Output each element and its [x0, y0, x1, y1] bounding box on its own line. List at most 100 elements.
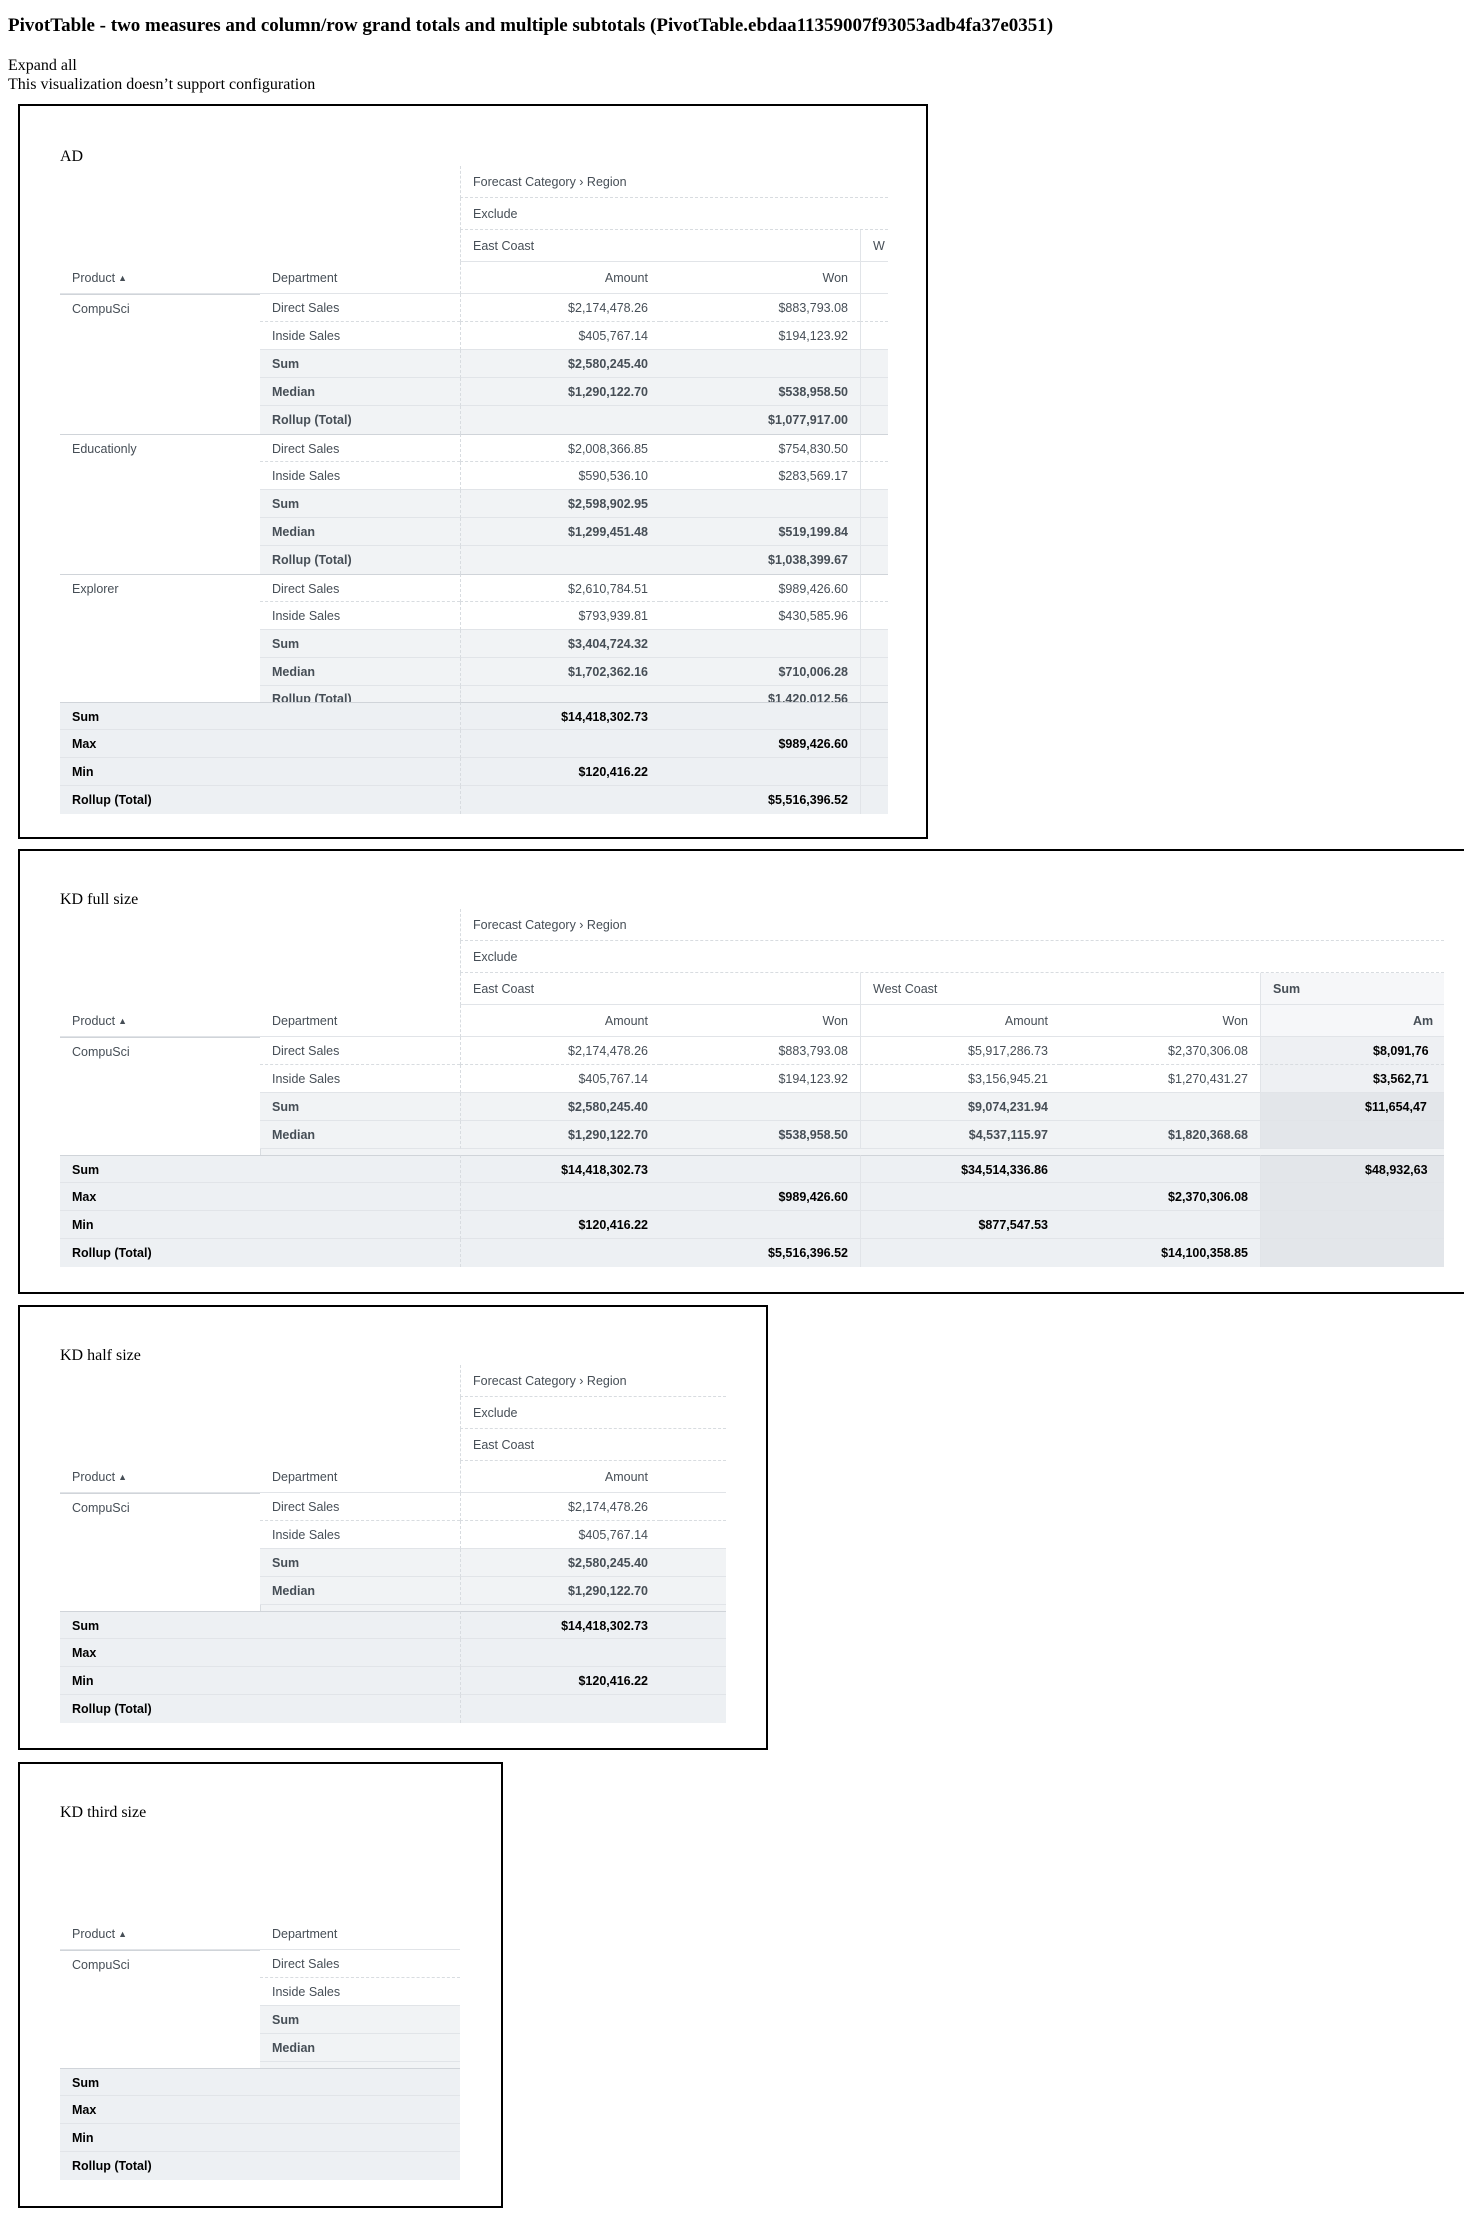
row-header-product[interactable]: Product ▲: [60, 1005, 260, 1037]
department-cell: Inside Sales: [260, 1521, 460, 1549]
subtotal-label-median: Median: [260, 2034, 460, 2062]
column-header-east-coast[interactable]: East Coast: [460, 1429, 726, 1461]
column-header-west-coast[interactable]: West Coast: [860, 973, 1260, 1005]
grand-east-won: [660, 1211, 860, 1239]
won-cell: $194,123.92: [660, 322, 860, 350]
product-cell[interactable]: CompuSci: [60, 1493, 260, 1605]
won-cell: $754,830.50: [660, 434, 860, 462]
grand-total-label-min: Min: [60, 758, 460, 786]
row-header-product[interactable]: Product ▲: [60, 262, 260, 294]
config-note: This visualization doesn’t support confi…: [8, 76, 316, 93]
subtotal-rollup-amount: [460, 406, 660, 434]
subtotal-label-median: Median: [260, 1577, 460, 1605]
measure-header-amount[interactable]: Amount: [460, 262, 660, 294]
department-cell: Direct Sales: [260, 294, 460, 322]
column-header-cell: [660, 1461, 726, 1493]
row-header-product[interactable]: Product ▲: [60, 1461, 260, 1493]
grand-total-label-rollup: Rollup (Total): [60, 1695, 460, 1723]
column-header-east-coast[interactable]: East Coast: [460, 230, 860, 262]
west-amount-cell: $5,917,286.73: [860, 1037, 1060, 1065]
sum-amount-cell: $3,562,71: [1260, 1065, 1444, 1093]
grand-max-amount: [460, 1639, 726, 1667]
department-cell: Direct Sales: [260, 1037, 460, 1065]
grand-rollup-won: $5,516,396.52: [660, 786, 860, 814]
overflow-cell: [860, 518, 888, 546]
grand-total-label-rollup: Rollup (Total): [60, 786, 460, 814]
row-header-department[interactable]: Department: [260, 1918, 460, 1950]
grand-total-label-sum: Sum: [60, 702, 460, 730]
scenario-kd-half-size: KD half size Forecast Category › Region …: [18, 1305, 768, 1750]
grand-east-won: $989,426.60: [660, 1183, 860, 1211]
subtotal-label-rollup: Rollup (Total): [260, 406, 460, 434]
subtotal-west-won: $1,820,368.68: [1060, 1121, 1260, 1149]
subtotal-label-median: Median: [260, 518, 460, 546]
product-cell[interactable]: Explorer: [60, 574, 260, 714]
subtotal-median-won: $710,006.28: [660, 658, 860, 686]
pivot-table: Product ▲ Department CompuSci Direct Sale…: [60, 1822, 460, 2184]
east-won-cell: $883,793.08: [660, 1037, 860, 1065]
scenario-title: KD full size: [60, 891, 139, 908]
grand-sum-amount: [1260, 1211, 1444, 1239]
page-title: PivotTable - two measures and column/row…: [8, 15, 1054, 36]
overflow-cell: [860, 574, 888, 602]
grand-sum-amount: [1260, 1183, 1444, 1211]
overflow-cell: [860, 602, 888, 630]
measure-header-won[interactable]: Won: [1060, 1005, 1260, 1037]
won-cell: $283,569.17: [660, 462, 860, 490]
subtotal-label-sum: Sum: [260, 2006, 460, 2034]
grand-total-label-sum: Sum: [60, 2068, 460, 2096]
scenario-kd-third-size: KD third size Product ▲ Department CompuS…: [18, 1762, 503, 2208]
measure-header-won[interactable]: Won: [660, 262, 860, 294]
column-attribute-path: Forecast Category › Region: [460, 909, 1444, 941]
department-cell: Inside Sales: [260, 322, 460, 350]
measure-header-amount[interactable]: Amount: [460, 1461, 660, 1493]
subtotal-label-sum: Sum: [260, 1093, 460, 1121]
measure-header-amount[interactable]: Amount: [860, 1005, 1060, 1037]
product-cell[interactable]: CompuSci: [60, 1950, 260, 2062]
grand-west-amount: [860, 1183, 1060, 1211]
row-header-product[interactable]: Product ▲: [60, 1918, 260, 1950]
sum-amount-cell: $8,091,76: [1260, 1037, 1444, 1065]
column-header-sum[interactable]: Sum: [1260, 973, 1444, 1005]
amount-cell: $2,174,478.26: [460, 1493, 660, 1521]
west-won-cell: $2,370,306.08: [1060, 1037, 1260, 1065]
measure-header-won[interactable]: Won: [660, 1005, 860, 1037]
grand-west-won: $2,370,306.08: [1060, 1183, 1260, 1211]
grand-east-amount: [460, 1239, 660, 1267]
scenario-kd-full-size: KD full size Forecast Category › Region …: [18, 849, 1464, 1294]
column-header-west-coast[interactable]: W: [860, 230, 888, 262]
grand-max-won: $989,426.60: [660, 730, 860, 758]
subtotal-label-sum: Sum: [260, 630, 460, 658]
overflow-cell: [860, 730, 888, 758]
overflow-cell: [860, 630, 888, 658]
department-cell: Direct Sales: [260, 574, 460, 602]
measure-header-sum-amount[interactable]: Am: [1260, 1005, 1444, 1037]
product-label: Product: [72, 1014, 116, 1028]
product-cell[interactable]: CompuSci: [60, 1037, 260, 1149]
subtotal-sum-won: [660, 350, 860, 378]
row-header-department[interactable]: Department: [260, 1461, 460, 1493]
product-cell[interactable]: CompuSci: [60, 294, 260, 434]
overflow-cell: [860, 490, 888, 518]
product-cell[interactable]: Educationly: [60, 434, 260, 574]
column-header-east-coast[interactable]: East Coast: [460, 973, 860, 1005]
overflow-cell: [860, 378, 888, 406]
subtotal-east-amount: $1,290,122.70: [460, 1121, 660, 1149]
grand-east-won: [660, 1155, 860, 1183]
measure-header-amount[interactable]: Amount: [460, 1005, 660, 1037]
grand-east-amount: $14,418,302.73: [460, 1155, 660, 1183]
row-header-department[interactable]: Department: [260, 1005, 460, 1037]
column-header-exclude[interactable]: Exclude: [460, 1397, 726, 1429]
column-header-exclude[interactable]: Exclude: [460, 198, 888, 230]
overflow-cell: [860, 434, 888, 462]
grand-west-won: $14,100,358.85: [1060, 1239, 1260, 1267]
subtotal-sum-amount: [1260, 1121, 1444, 1149]
grand-total-label-sum: Sum: [60, 1155, 460, 1183]
column-header-exclude[interactable]: Exclude: [460, 941, 1444, 973]
subtotal-median-amount: $1,290,122.70: [460, 378, 660, 406]
row-header-department[interactable]: Department: [260, 262, 460, 294]
subtotal-west-won: [1060, 1093, 1260, 1121]
subtotal-label-rollup: Rollup (Total): [260, 686, 460, 702]
expand-all-link[interactable]: Expand all: [8, 57, 77, 75]
subtotal-rollup-amount: [460, 686, 660, 702]
